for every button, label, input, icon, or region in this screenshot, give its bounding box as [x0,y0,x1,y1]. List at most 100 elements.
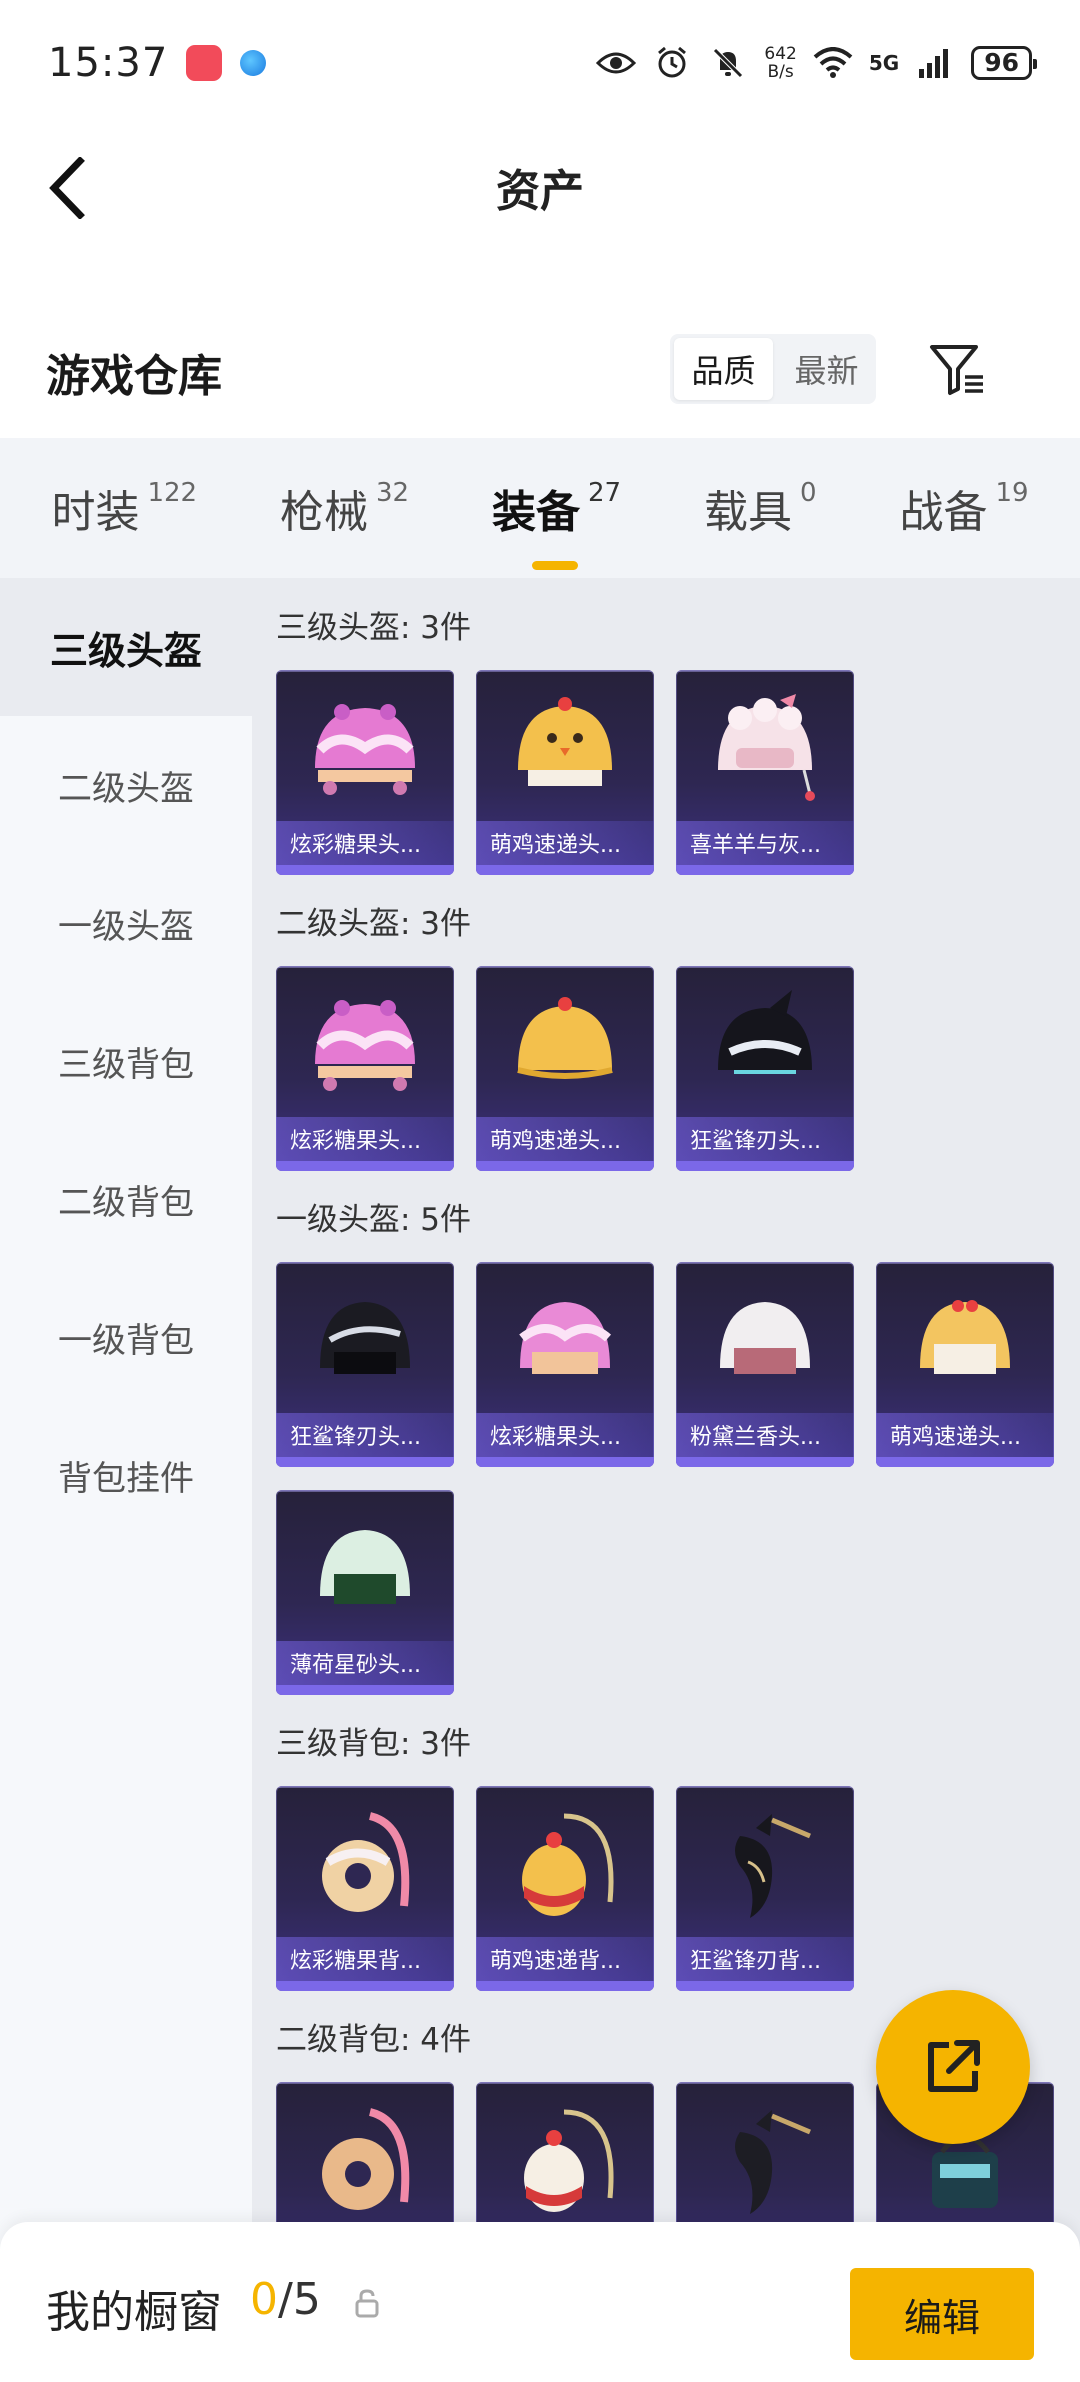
rarity-bar [276,1981,454,1991]
signal-icon [915,43,955,83]
tab-label: 载具 [704,487,792,538]
sidebar-item-level2-helmet[interactable]: 二级头盔 [0,716,252,854]
donut-backpack-icon [276,2092,454,2232]
section-title: 一级头盔: 5件 [276,1202,472,1238]
item-name: 粉黛兰香头... [676,1413,854,1457]
item-card[interactable]: 狂鲨锋刃头... [676,966,854,1171]
net-speed-value: 642 [764,43,797,64]
rarity-bar [676,1457,854,1467]
item-card[interactable]: 狂鲨锋刃背... [676,1786,854,1991]
tab-count: 32 [376,478,410,508]
item-name: 炫彩糖果背... [276,1937,454,1981]
section-title: 二级背包: 4件 [276,2022,472,2058]
header: 资产 [0,125,1080,250]
item-name: 炫彩糖果头... [476,1413,654,1457]
tab-count: 122 [147,478,198,508]
rarity-bar [476,1981,654,1991]
sub-category-sidebar: 三级头盔 二级头盔 一级头盔 三级背包 二级背包 一级背包 背包挂件 [0,578,252,2382]
item-card[interactable]: 粉黛兰香头... [676,1262,854,1467]
chick-helmet-icon [876,1272,1054,1412]
warehouse-title: 游戏仓库 [46,351,222,402]
item-card[interactable]: 薄荷星砂头... [276,1490,454,1695]
tab-label: 枪械 [280,487,368,538]
showcase-count: 0/5 [250,2274,321,2325]
sidebar-item-level2-backpack[interactable]: 二级背包 [0,1130,252,1268]
item-name: 狂鲨锋刃背... [676,1937,854,1981]
tab-equipment[interactable]: 装备 27 [492,476,621,570]
sort-newest-option[interactable]: 最新 [777,334,876,404]
network-type: 5G [868,50,900,75]
section-title: 二级头盔: 3件 [276,906,472,942]
rarity-bar [676,865,854,875]
item-name: 狂鲨锋刃头... [676,1117,854,1161]
chick-helmet-icon [476,680,654,820]
rarity-bar [676,1981,854,1991]
rarity-bar [476,1457,654,1467]
filter-icon [930,345,983,395]
showcase-bar: 我的橱窗 0/5 编辑 [0,2222,1080,2382]
sidebar-item-level1-helmet[interactable]: 一级头盔 [0,854,252,992]
mute-icon [708,43,748,83]
shark-helmet-icon [276,1272,454,1412]
pink-candy-helmet-icon [276,680,454,820]
tab-firearms[interactable]: 枪械 32 [280,476,409,540]
category-tabs: 时装 122 枪械 32 装备 27 载具 0 战备 19 [0,438,1080,578]
page-title: 资产 [496,166,584,217]
rarity-bar [276,1161,454,1171]
white-helmet-icon [676,1272,854,1412]
wifi-icon [813,43,853,83]
item-card[interactable]: 萌鸡速递头... [476,670,654,875]
item-card[interactable]: 萌鸡速递背... [476,1786,654,1991]
filter-button[interactable] [924,338,990,402]
tab-label: 时装 [51,487,140,538]
tab-vehicles[interactable]: 载具 0 [704,476,817,540]
rarity-bar [276,1685,454,1695]
rarity-bar [676,1161,854,1171]
rarity-bar [476,1161,654,1171]
sidebar-item-level1-backpack[interactable]: 一级背包 [0,1268,252,1406]
browser-app-icon [240,49,267,76]
item-card[interactable]: 炫彩糖果背... [276,1786,454,1991]
sheep-helmet-icon [676,680,854,820]
sidebar-item-level3-backpack[interactable]: 三级背包 [0,992,252,1130]
rarity-bar [476,865,654,875]
mint-helmet-icon [276,1500,454,1640]
item-name: 萌鸡速递头... [476,1117,654,1161]
net-speed: 642 B/s [764,45,796,81]
item-card[interactable]: 炫彩糖果头... [476,1262,654,1467]
item-name: 狂鲨锋刃头... [276,1413,454,1457]
tab-label: 装备 [492,487,580,538]
tab-count: 0 [800,478,817,508]
chick-helmet-icon [476,976,654,1116]
item-card[interactable]: 炫彩糖果头... [276,670,454,875]
status-icons: 642 B/s 5G 96 [596,43,1037,83]
item-name: 炫彩糖果头... [276,1117,454,1161]
sort-toggle: 品质 最新 [670,334,876,404]
tab-fashion[interactable]: 时装 122 [51,476,197,540]
status-time: 15:37 [48,39,169,86]
item-card[interactable]: 狂鲨锋刃头... [276,1262,454,1467]
item-name: 萌鸡速递头... [476,821,654,865]
section-title: 三级背包: 3件 [276,1726,472,1762]
shark-backpack-icon [676,1796,854,1936]
sort-quality-option[interactable]: 品质 [674,338,773,400]
status-bar: 15:37 642 B/s 5G 96 [0,0,1080,125]
pink-candy-helmet-icon [276,976,454,1116]
showcase-current: 0 [250,2274,278,2325]
battery-indicator: 96 [971,45,1037,80]
item-card[interactable]: 炫彩糖果头... [276,966,454,1171]
tab-count: 19 [995,478,1029,508]
sidebar-item-level3-helmet[interactable]: 三级头盔 [0,578,252,716]
edit-button[interactable]: 编辑 [850,2268,1034,2360]
sidebar-item-backpack-charm[interactable]: 背包挂件 [0,1406,252,1544]
item-card[interactable]: 萌鸡速递头... [876,1262,1054,1467]
chick-backpack-icon [476,1796,654,1936]
share-fab-button[interactable] [876,1990,1030,2144]
shark-helmet-icon [676,976,854,1116]
item-card[interactable]: 喜羊羊与灰... [676,670,854,875]
tab-supplies[interactable]: 战备 19 [899,476,1028,540]
section-title: 三级头盔: 3件 [276,610,472,646]
item-name: 喜羊羊与灰... [676,821,854,865]
eye-icon [596,43,637,83]
item-card[interactable]: 萌鸡速递头... [476,966,654,1171]
